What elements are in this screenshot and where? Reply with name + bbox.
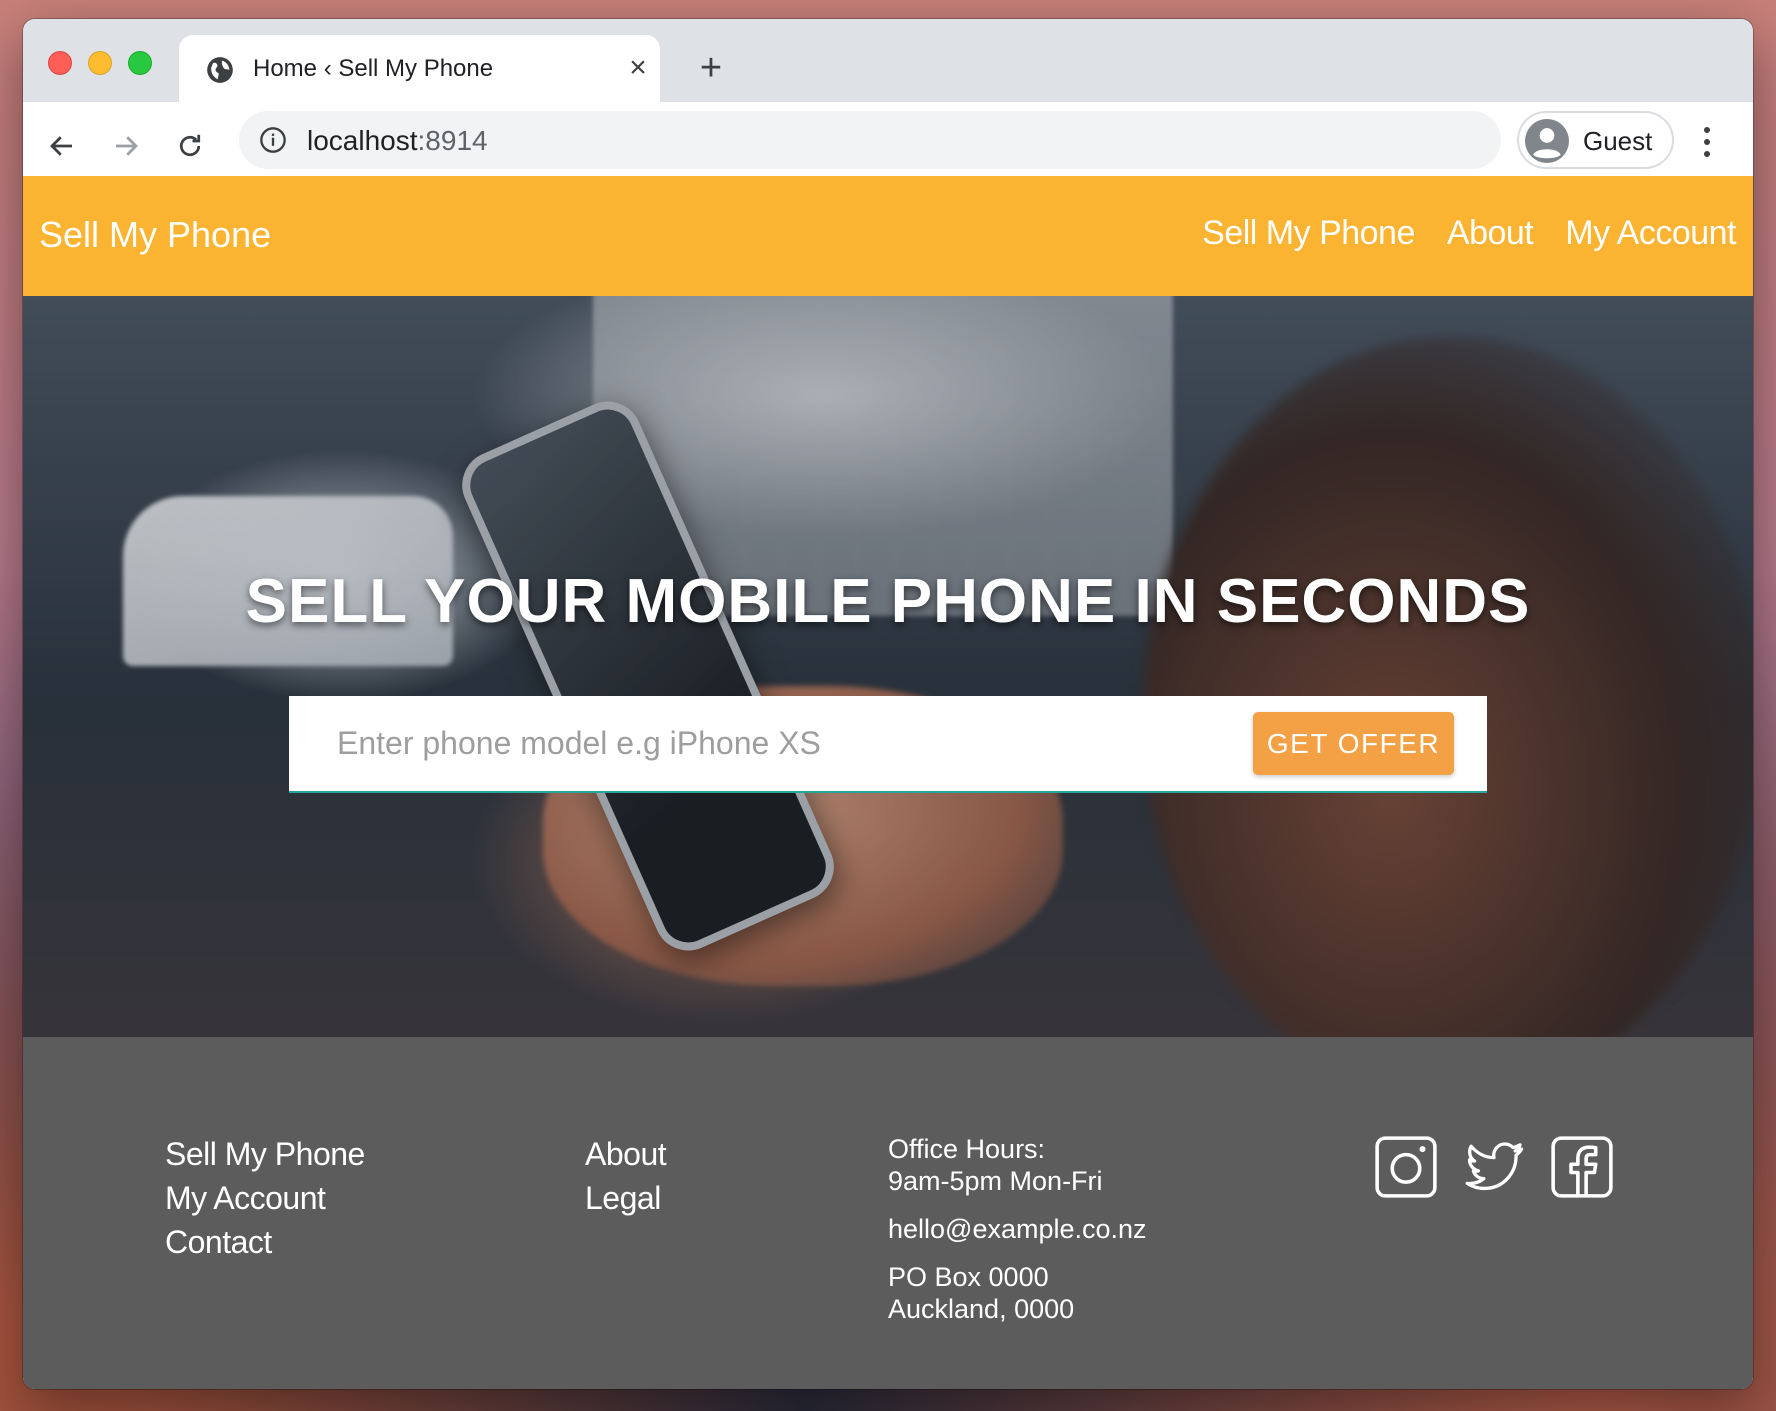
hero-title: SELL YOUR MOBILE PHONE IN SECONDS (245, 567, 1531, 636)
footer-link-my-account[interactable]: My Account (165, 1176, 365, 1220)
instagram-icon[interactable] (1373, 1134, 1439, 1200)
phone-search-form: GET OFFER (289, 696, 1487, 793)
social-links (1373, 1134, 1615, 1200)
close-window-button[interactable] (48, 51, 72, 75)
address-line-2: Auckland, 0000 (888, 1294, 1075, 1324)
more-options-icon[interactable] (1695, 122, 1719, 162)
footer-links-col2: About Legal (585, 1132, 667, 1220)
nav-link-about[interactable]: About (1447, 214, 1534, 253)
brand-logo-link[interactable]: Sell My Phone (39, 214, 271, 256)
forward-arrow-icon[interactable] (104, 124, 148, 168)
office-hours-value: 9am-5pm Mon-Fri (888, 1166, 1103, 1196)
get-offer-button[interactable]: GET OFFER (1253, 712, 1454, 775)
back-arrow-icon[interactable] (40, 124, 84, 168)
footer-link-about[interactable]: About (585, 1132, 667, 1176)
tab-title: Home ‹ Sell My Phone (253, 55, 494, 82)
footer-link-legal[interactable]: Legal (585, 1176, 666, 1220)
url-host: localhost (307, 125, 418, 156)
maximize-window-button[interactable] (128, 51, 152, 75)
site-footer: Sell My Phone My Account Contact About L… (23, 1037, 1753, 1389)
address-line-1: PO Box 0000 (888, 1262, 1049, 1292)
globe-icon (207, 57, 233, 83)
twitter-icon[interactable] (1461, 1134, 1527, 1200)
footer-link-sell-my-phone[interactable]: Sell My Phone (165, 1132, 365, 1176)
site-navbar: Sell My Phone Sell My Phone About My Acc… (23, 176, 1753, 296)
hero-overlay (23, 296, 1753, 1037)
nav-links: Sell My Phone About My Account (1202, 214, 1736, 253)
browser-window: Home ‹ Sell My Phone × + localhost:8914 (23, 19, 1753, 1389)
contact-email[interactable]: hello@example.co.nz (888, 1213, 1147, 1245)
profile-name: Guest (1583, 126, 1653, 156)
hero-section: SELL YOUR MOBILE PHONE IN SECONDS GET OF… (23, 296, 1753, 1037)
tab-strip: Home ‹ Sell My Phone × + (23, 19, 1753, 102)
close-tab-icon[interactable]: × (624, 53, 652, 83)
nav-link-my-account[interactable]: My Account (1565, 214, 1736, 253)
phone-model-input[interactable] (337, 718, 1217, 768)
minimize-window-button[interactable] (88, 51, 112, 75)
tab-home[interactable]: Home ‹ Sell My Phone × (179, 35, 660, 102)
footer-contact-info: Office Hours: 9am-5pm Mon-Fri hello@exam… (888, 1133, 1147, 1325)
footer-link-contact[interactable]: Contact (165, 1220, 365, 1264)
nav-link-sell-my-phone[interactable]: Sell My Phone (1202, 214, 1415, 253)
address-bar[interactable]: localhost:8914 (239, 111, 1501, 169)
facebook-icon[interactable] (1549, 1134, 1615, 1200)
footer-links-col1: Sell My Phone My Account Contact (165, 1132, 365, 1264)
office-hours-label: Office Hours: (888, 1134, 1046, 1164)
new-tab-icon[interactable]: + (693, 49, 729, 88)
avatar-icon (1525, 119, 1569, 163)
url-port: :8914 (417, 125, 488, 156)
info-icon[interactable] (259, 126, 287, 154)
reload-icon[interactable] (168, 124, 212, 168)
url-text: localhost:8914 (307, 125, 488, 157)
profile-button[interactable]: Guest (1517, 111, 1674, 169)
